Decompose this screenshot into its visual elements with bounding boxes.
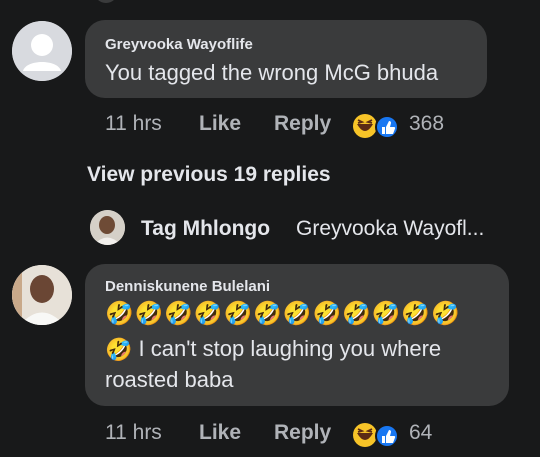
like-thumb-icon — [375, 115, 399, 139]
emoji-row: 🤣🤣🤣🤣🤣🤣🤣🤣🤣🤣🤣🤣 — [105, 300, 461, 326]
reply-button[interactable]: Reply — [274, 421, 331, 444]
laughing-emoji-icon — [353, 423, 377, 447]
reply-author[interactable]: Tag Mhlongo — [141, 217, 270, 241]
view-previous-replies-link[interactable]: View previous 19 replies — [87, 163, 331, 187]
avatar[interactable] — [90, 210, 125, 245]
reaction-count[interactable]: 368 — [409, 112, 444, 136]
comment-bubble: Denniskunene Bulelani 🤣🤣🤣🤣🤣🤣🤣🤣🤣🤣🤣🤣 🤣 I c… — [85, 264, 509, 406]
user-photo-icon — [12, 265, 72, 325]
comment-timestamp[interactable]: 11 hrs — [105, 112, 162, 136]
reply-button[interactable]: Reply — [274, 112, 331, 135]
previous-avatar-edge — [94, 0, 118, 3]
laughing-emoji-icon — [353, 114, 377, 138]
reaction-count[interactable]: 64 — [409, 421, 432, 445]
comment-author[interactable]: Denniskunene Bulelani — [105, 278, 270, 295]
default-avatar-icon — [12, 21, 72, 81]
reply-snippet[interactable]: Greyvooka Wayofl... — [296, 217, 484, 241]
like-button[interactable]: Like — [199, 421, 241, 444]
reaction-icons[interactable] — [352, 112, 400, 140]
like-button[interactable]: Like — [199, 112, 241, 135]
avatar[interactable] — [12, 265, 72, 325]
comment-timestamp[interactable]: 11 hrs — [105, 421, 162, 445]
like-thumb-icon — [375, 424, 399, 448]
comment-text: You tagged the wrong McG bhuda — [105, 60, 439, 85]
comment-author[interactable]: Greyvooka Wayoflife — [105, 36, 253, 53]
user-photo-icon — [90, 210, 125, 245]
comment-bubble: Greyvooka Wayoflife You tagged the wrong… — [85, 20, 487, 98]
comment-text-line: I can't stop laughing you where — [138, 336, 442, 361]
comment-text-line: roasted baba — [105, 367, 234, 392]
reaction-icons[interactable] — [352, 421, 400, 449]
avatar[interactable] — [12, 21, 72, 81]
rofl-emoji: 🤣 — [105, 337, 133, 363]
